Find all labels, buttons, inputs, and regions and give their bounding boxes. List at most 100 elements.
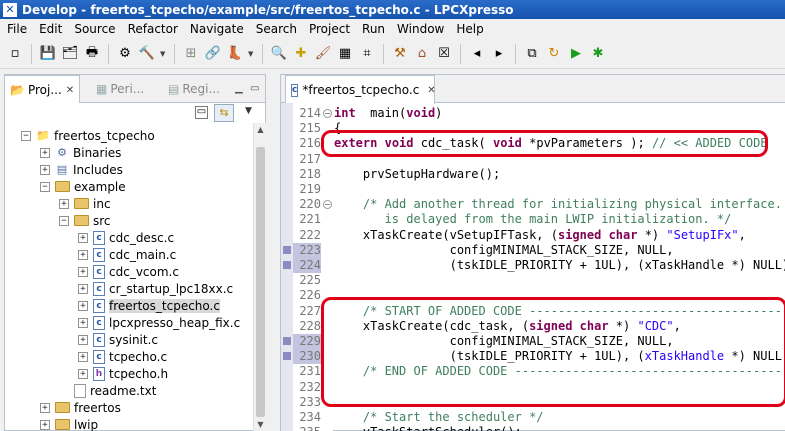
- code-line[interactable]: prvSetupHardware();: [334, 167, 500, 182]
- scroll-up-icon[interactable]: ▲: [254, 123, 267, 136]
- close-tab-icon[interactable]: ✕: [427, 85, 435, 96]
- copy-icon[interactable]: ⧉: [523, 45, 541, 63]
- back-icon[interactable]: ◂: [468, 45, 486, 63]
- tree-item[interactable]: + c cdc_desc.c: [78, 229, 174, 246]
- tab-peripherals[interactable]: ▦ Peri...: [91, 75, 161, 103]
- code-line[interactable]: (tskIDLE_PRIORITY + 1UL), (xTaskHandle *…: [334, 258, 785, 273]
- tree-item[interactable]: + lwip: [40, 416, 98, 431]
- tree-item[interactable]: + c cdc_main.c: [78, 246, 176, 263]
- gear-icon[interactable]: ⚙: [116, 45, 134, 63]
- code-line[interactable]: /* Add another thread for initializing p…: [334, 197, 785, 212]
- link-with-editor-icon[interactable]: ⇆: [214, 104, 234, 122]
- expand-toggle-icon[interactable]: +: [78, 266, 88, 277]
- tree-item[interactable]: + c cr_startup_lpc18xx.c: [78, 280, 233, 297]
- menu-navigate[interactable]: Navigate: [184, 19, 250, 39]
- expand-toggle-icon[interactable]: +: [78, 334, 88, 345]
- tree-item[interactable]: + ▤ Includes: [40, 161, 123, 178]
- tree-item-label: tcpecho.h: [109, 366, 169, 381]
- menu-refactor[interactable]: Refactor: [122, 19, 184, 39]
- new-project-icon[interactable]: ✚: [292, 45, 310, 63]
- collapse-toggle-icon[interactable]: −: [21, 130, 31, 141]
- view-menu-icon[interactable]: ▼: [245, 106, 252, 116]
- tab-freertos-tcpecho[interactable]: c *freertos_tcpecho.c ✕: [285, 75, 436, 104]
- tree-item[interactable]: + c tcpecho.c: [78, 348, 167, 365]
- link-icon[interactable]: 🔗: [204, 45, 222, 63]
- tree-item[interactable]: − 📁 freertos_tcpecho: [21, 127, 155, 144]
- forward-icon[interactable]: ▸: [490, 45, 508, 63]
- code-line[interactable]: vTaskStartScheduler();: [334, 425, 522, 431]
- brush-icon[interactable]: 🖌: [314, 45, 332, 63]
- expand-toggle-icon[interactable]: +: [78, 368, 88, 379]
- tree-item[interactable]: + c lpcxpresso_heap_fix.c: [78, 314, 240, 331]
- run-icon[interactable]: ▶: [567, 45, 585, 63]
- save-icon[interactable]: 💾: [39, 45, 57, 63]
- hammer-icon[interactable]: 🔨: [138, 45, 156, 63]
- expand-toggle-icon[interactable]: +: [78, 249, 88, 260]
- xml-icon[interactable]: ⌗: [358, 45, 376, 63]
- boot-icon[interactable]: 👢: [226, 45, 244, 63]
- scroll-down-icon[interactable]: ▼: [254, 418, 267, 431]
- toolbar-separator: [108, 43, 109, 64]
- menu-run[interactable]: Run: [356, 19, 391, 39]
- tree-item[interactable]: + h tcpecho.h: [78, 365, 168, 382]
- menu-help[interactable]: Help: [450, 19, 489, 39]
- expand-toggle-icon[interactable]: +: [78, 283, 88, 294]
- build-icon[interactable]: ⚒: [391, 45, 409, 63]
- tree-item[interactable]: readme.txt: [59, 382, 156, 399]
- collapse-toggle-icon[interactable]: −: [59, 215, 69, 226]
- tree-item-selected[interactable]: + c freertos_tcpecho.c: [78, 297, 220, 314]
- tree-item[interactable]: + freertos: [40, 399, 121, 416]
- print-icon[interactable]: 🖶: [83, 45, 101, 63]
- expand-toggle-icon[interactable]: +: [59, 198, 69, 209]
- home-icon[interactable]: ⌂: [413, 45, 431, 63]
- minimize-icon[interactable]: ▁: [235, 83, 243, 94]
- tree-item[interactable]: − src: [59, 212, 111, 229]
- dropdown-arrow-icon[interactable]: ▼: [160, 50, 167, 58]
- new-icon[interactable]: ▫: [6, 45, 24, 63]
- tree-item[interactable]: + c sysinit.c: [78, 331, 158, 348]
- code-line[interactable]: is delayed from the main LWIP initializa…: [334, 212, 732, 227]
- menu-source[interactable]: Source: [68, 19, 121, 39]
- fold-toggle-icon[interactable]: −: [323, 200, 332, 210]
- tree-scrollbar[interactable]: ▲ ▼: [253, 123, 266, 431]
- save-all-icon[interactable]: 🗂: [61, 45, 79, 63]
- menu-file[interactable]: File: [1, 19, 33, 39]
- collapse-toggle-icon[interactable]: −: [40, 181, 50, 192]
- expand-toggle-icon[interactable]: +: [40, 419, 50, 430]
- search-icon[interactable]: 🔍: [270, 45, 288, 63]
- tree-item[interactable]: + inc: [59, 195, 111, 212]
- close-tab-icon[interactable]: ✕: [66, 85, 74, 96]
- tab-project-explorer[interactable]: 📂 Proj... ✕: [4, 75, 80, 104]
- tree-item[interactable]: − example: [40, 178, 126, 195]
- expand-toggle-icon[interactable]: +: [78, 351, 88, 362]
- expand-toggle-icon[interactable]: +: [40, 147, 50, 158]
- close-x-icon[interactable]: ☒: [435, 45, 453, 63]
- scrollbar-thumb[interactable]: [256, 147, 265, 417]
- expand-toggle-icon[interactable]: +: [78, 232, 88, 243]
- expand-toggle-icon[interactable]: +: [78, 317, 88, 328]
- tree-item[interactable]: + ⚙ Binaries: [40, 144, 121, 161]
- code-line[interactable]: xTaskCreate(vSetupIFTask, (signed char *…: [334, 228, 746, 243]
- expand-toggle-icon[interactable]: +: [40, 164, 50, 175]
- line-number: 233: [299, 394, 321, 409]
- refresh-icon[interactable]: ↻: [545, 45, 563, 63]
- editor-body[interactable]: 214−215 216 217 218 219 220−221 222 223 224 225 22…: [281, 103, 785, 431]
- menu-edit[interactable]: Edit: [33, 19, 68, 39]
- code-line[interactable]: configMINIMAL_STACK_SIZE, NULL,: [334, 243, 674, 258]
- tab-registers[interactable]: ▤ Regi...: [163, 75, 233, 103]
- code-line[interactable]: /* Start the scheduler */: [334, 410, 544, 425]
- collapse-all-icon[interactable]: ▭: [195, 106, 208, 119]
- expand-toggle-icon[interactable]: +: [40, 402, 50, 413]
- tree-item[interactable]: + c cdc_vcom.c: [78, 263, 179, 280]
- maximize-icon[interactable]: ▭: [250, 83, 259, 94]
- debug-icon[interactable]: ✱: [589, 45, 607, 63]
- menu-window[interactable]: Window: [391, 19, 450, 39]
- fold-toggle-icon[interactable]: −: [323, 109, 332, 118]
- binary-icon[interactable]: ⊞: [182, 45, 200, 63]
- chip-icon[interactable]: ▦: [336, 45, 354, 63]
- code-line[interactable]: int main(void): [334, 106, 442, 121]
- menu-project[interactable]: Project: [303, 19, 356, 39]
- menu-search[interactable]: Search: [250, 19, 303, 39]
- dropdown-arrow-icon[interactable]: ▼: [248, 50, 255, 58]
- expand-toggle-icon[interactable]: +: [78, 300, 88, 311]
